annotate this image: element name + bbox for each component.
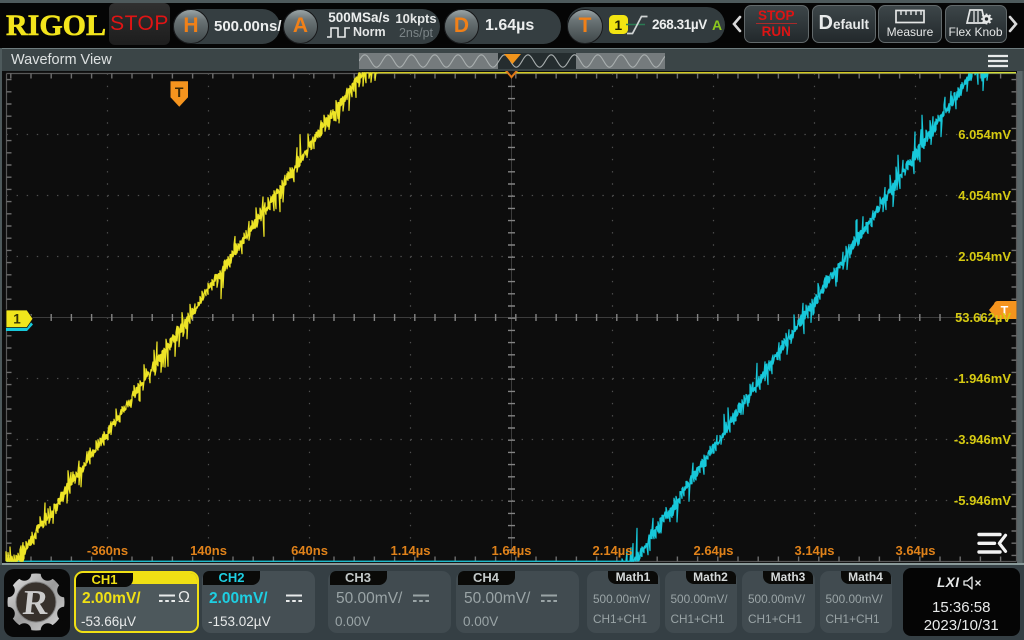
- svg-text:R: R: [21, 583, 51, 622]
- svg-text:3.64µs: 3.64µs: [895, 543, 935, 558]
- svg-text:T: T: [175, 84, 184, 100]
- svg-text:53.662µV: 53.662µV: [955, 310, 1011, 325]
- svg-text:6.054mV: 6.054mV: [958, 127, 1011, 142]
- svg-text:640ns: 640ns: [291, 543, 328, 558]
- svg-text:2.054mV: 2.054mV: [958, 249, 1011, 264]
- svg-text:-5.946mV: -5.946mV: [954, 493, 1011, 508]
- svg-text:-3.946mV: -3.946mV: [954, 432, 1011, 447]
- svg-text:1.14µs: 1.14µs: [390, 543, 430, 558]
- svg-text:1.64µs: 1.64µs: [491, 543, 531, 558]
- svg-text:4.054mV: 4.054mV: [958, 188, 1011, 203]
- svg-text:3.14µs: 3.14µs: [794, 543, 834, 558]
- svg-text:140ns: 140ns: [190, 543, 227, 558]
- svg-text:2.64µs: 2.64µs: [693, 543, 733, 558]
- svg-text:2.14µs: 2.14µs: [592, 543, 632, 558]
- svg-text:-360ns: -360ns: [87, 543, 128, 558]
- svg-text:-1.946mV: -1.946mV: [954, 371, 1011, 386]
- svg-text:1: 1: [13, 312, 21, 327]
